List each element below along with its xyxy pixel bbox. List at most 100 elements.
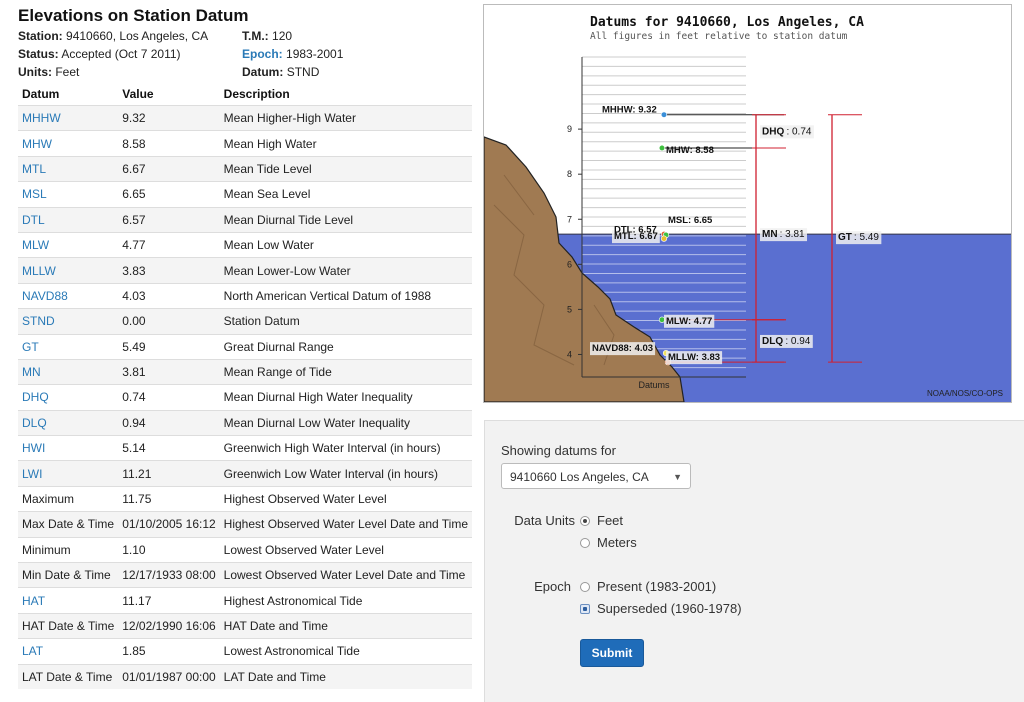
station-label: Station: — [18, 29, 63, 43]
table-row: Min Date & Time 12/17/1933 08:00 Lowest Ob… — [18, 562, 473, 588]
tm-value: 120 — [272, 29, 293, 43]
datum-name-cell[interactable]: GT — [18, 333, 119, 360]
epoch-value: 1983-2001 — [286, 47, 344, 61]
datum-value-cell: 01/01/1987 00:00 — [118, 663, 220, 689]
station-select[interactable]: 9410660 Los Angeles, CA ▼ — [501, 463, 691, 489]
y-tick-label: 7 — [567, 214, 572, 224]
epoch-label[interactable]: Epoch: — [242, 47, 283, 61]
datum-description-cell: Greenwich High Water Interval (in hours) — [219, 435, 473, 461]
table-row: Max Date & Time 01/10/2005 16:12 Highest O… — [18, 511, 473, 538]
datum-description-cell: HAT Date and Time — [219, 612, 473, 639]
datum-name-cell[interactable]: MN — [18, 358, 119, 385]
datum-name-cell: Minimum — [18, 536, 119, 563]
datum-description-cell: Greenwich Low Water Interval (in hours) — [219, 460, 473, 487]
datum-name-cell[interactable]: MSL — [18, 181, 119, 208]
chevron-down-icon: ▼ — [673, 472, 682, 482]
units-option-feet[interactable]: Feet — [580, 513, 623, 528]
epoch-present-radio[interactable] — [580, 581, 590, 592]
datum-value-cell: 4.77 — [118, 231, 220, 258]
datum-options-form: Showing datums for 9410660 Los Angeles, … — [484, 420, 1024, 702]
datum-value-cell: 4.03 — [118, 282, 220, 309]
station-info: Station: 9410660, Los Angeles, CA — [18, 29, 208, 43]
units-value: Feet — [55, 65, 80, 79]
datum-point-mhw — [658, 144, 666, 152]
datum-description-cell: Station Datum — [219, 308, 473, 335]
datum-name-cell[interactable]: LWI — [18, 460, 119, 487]
datum-name-cell[interactable]: MHHW — [18, 104, 119, 131]
datum-name-cell[interactable]: MLLW — [18, 257, 119, 284]
units-meters-radio[interactable] — [580, 537, 590, 548]
range-label-name-dhq: DHQ — [762, 126, 784, 137]
range-label-value-mn: : 3.81 — [780, 229, 805, 240]
epoch-present-label: Present (1983-2001) — [597, 579, 717, 594]
datum-name-cell[interactable]: MHW — [18, 130, 119, 157]
datum-description-cell: Highest Observed Water Level — [219, 485, 473, 512]
datum-value-cell: 11.21 — [118, 460, 220, 487]
datum-value-cell: 0.94 — [118, 409, 220, 436]
datum-value-cell: 6.57 — [118, 206, 220, 233]
submit-button[interactable]: Submit — [580, 639, 644, 667]
y-tick-label: 5 — [567, 304, 572, 314]
chart-title: Datums for 9410660, Los Angeles, CA — [590, 15, 864, 30]
y-tick-label: 8 — [567, 169, 572, 179]
units-option-meters[interactable]: Meters — [580, 535, 637, 550]
header-description: Description — [223, 87, 290, 101]
epoch-option-superseded[interactable]: Superseded (1960-1978) — [580, 601, 742, 616]
epoch-option-present[interactable]: Present (1983-2001) — [580, 579, 716, 594]
table-row: HAT 11.17 Highest Astronomical Tide — [18, 587, 473, 614]
datum-description-cell: Mean Sea Level — [219, 181, 473, 208]
table-row: LWI 11.21 Greenwich Low Water Interval (in… — [18, 460, 473, 487]
datum-point-mhhw — [660, 111, 668, 118]
datum-value-cell: 3.83 — [118, 257, 220, 284]
datum-value-cell: 1.10 — [118, 536, 220, 563]
station-select-value: 9410660 Los Angeles, CA — [510, 470, 649, 484]
datum-name-cell[interactable]: HWI — [18, 435, 119, 461]
table-row: MSL 6.65 Mean Sea Level — [18, 181, 473, 208]
datum-name-cell[interactable]: DLQ — [18, 409, 119, 436]
datum-name-cell: HAT Date & Time — [18, 612, 119, 639]
datum-label-msl: MSL: 6.65 — [668, 215, 713, 226]
datum-label-navd88: NAVD88: 4.03 — [592, 343, 653, 354]
datum-name-cell[interactable]: DHQ — [18, 384, 119, 411]
table-row: DHQ 0.74 Mean Diurnal High Water Inequalit… — [18, 384, 473, 411]
epoch-superseded-radio[interactable] — [580, 603, 590, 614]
datum-description-cell: Highest Astronomical Tide — [219, 587, 473, 614]
datum-value-cell: 12/17/1933 08:00 — [118, 562, 220, 588]
datum-value-cell: 6.67 — [118, 155, 220, 182]
datum-name-cell[interactable]: MTL — [18, 155, 119, 182]
table-row: DLQ 0.94 Mean Diurnal Low Water Inequality — [18, 409, 473, 436]
table-row: MHW 8.58 Mean High Water — [18, 130, 473, 157]
table-row: GT 5.49 Great Diurnal Range — [18, 333, 473, 360]
datum-label-dtl: DTL: 6.57 — [614, 225, 657, 236]
datum-name-cell[interactable]: STND — [18, 308, 119, 335]
status-info: Status: Accepted (Oct 7 2011) — [18, 47, 181, 61]
datum-name-cell[interactable]: HAT — [18, 587, 119, 614]
units-info: Units: Feet — [18, 65, 79, 79]
datum-name-cell[interactable]: DTL — [18, 206, 119, 233]
datum-description-cell: Highest Observed Water Level Date and Ti… — [219, 511, 473, 538]
station-value: 9410660, Los Angeles, CA — [66, 29, 209, 43]
datum-description-cell: Mean Diurnal Tide Level — [219, 206, 473, 233]
y-tick-label: 4 — [567, 349, 572, 359]
range-label-value-dlq: : 0.94 — [785, 336, 810, 347]
datum-description-cell: Lowest Astronomical Tide — [219, 638, 473, 665]
datum-value-cell: 1.85 — [118, 638, 220, 665]
datum-description-cell: Mean Higher-High Water — [219, 104, 473, 131]
datum-name-cell[interactable]: NAVD88 — [18, 282, 119, 309]
datum-description-cell: Mean Range of Tide — [219, 358, 473, 385]
page-title: Elevations on Station Datum — [18, 6, 249, 25]
units-feet-radio[interactable] — [580, 515, 590, 526]
datum-value-cell: 01/10/2005 16:12 — [118, 511, 220, 538]
datum-name-cell[interactable]: LAT — [18, 638, 119, 665]
datum-name-cell[interactable]: MLW — [18, 231, 119, 258]
chart-subtitle: All figures in feet relative to station … — [590, 31, 848, 42]
datum-value-cell: 8.58 — [118, 130, 220, 157]
datum-info: Datum: STND — [242, 65, 319, 79]
datum-value-cell: 11.17 — [118, 587, 220, 614]
table-row: LAT Date & Time 01/01/1987 00:00 LAT Date … — [18, 663, 473, 689]
datums-chart-svg: 4 5 6 7 8 9 Datums Datums for 9410660, Los Ange… — [484, 15, 1011, 402]
datum-value-cell: 0.74 — [118, 384, 220, 411]
datum-description-cell: Mean Diurnal Low Water Inequality — [219, 409, 473, 436]
epoch-info: Epoch: 1983-2001 — [242, 47, 343, 61]
datum-label: Datum: — [242, 65, 284, 79]
